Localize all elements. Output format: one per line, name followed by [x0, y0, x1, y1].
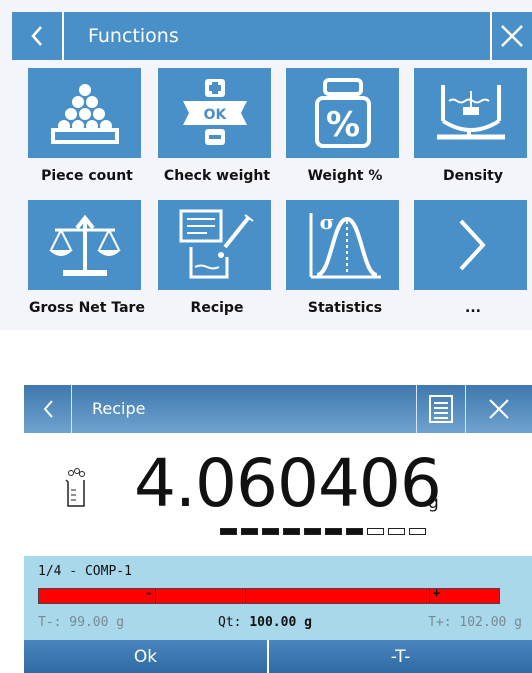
close-icon: [489, 399, 509, 419]
plus-marker: +: [433, 586, 441, 600]
component-info-panel: 1/4 - COMP-1 - + T-: 99.00 g Qt: 100.00 …: [24, 556, 532, 640]
tolerance-bar: - +: [38, 586, 500, 604]
back-button[interactable]: [24, 385, 72, 433]
chevron-left-icon: [43, 400, 53, 418]
function-label: Recipe: [190, 300, 244, 316]
quantity-target: Qt: 100.00 g: [218, 615, 312, 630]
check-weight-icon: OK: [182, 79, 247, 145]
function-label: Check weight: [163, 168, 271, 184]
svg-text:%: %: [325, 105, 359, 145]
progress-segment: [346, 528, 363, 535]
progress-segment: [283, 528, 300, 535]
back-button[interactable]: [12, 12, 64, 60]
progress-segment: [409, 528, 426, 535]
density-tile[interactable]: [414, 68, 527, 158]
tolerance-plus: T+: 102.00 g: [428, 615, 522, 630]
close-button[interactable]: [466, 385, 532, 433]
upper-tolerance-tick: [429, 589, 430, 603]
progress-segments: [220, 528, 430, 535]
close-icon: [501, 25, 523, 47]
weight-percent-icon: %: [314, 78, 371, 148]
function-gross-net-tare[interactable]: Gross Net Tare: [24, 200, 150, 316]
progress-segment: [304, 528, 321, 535]
qt-value: 100.00 g: [249, 615, 312, 630]
function-label: Density: [442, 168, 504, 184]
tare-button[interactable]: -T-: [269, 640, 532, 673]
function-recipe[interactable]: Recipe: [154, 200, 280, 316]
functions-header: Functions: [12, 12, 532, 60]
target-tick: [245, 589, 246, 603]
footer-bar: Ok -T-: [24, 640, 532, 673]
function-label: Weight %: [307, 168, 383, 184]
svg-text:σ: σ: [319, 210, 334, 234]
piece-count-icon: [50, 84, 119, 144]
function-weight-percent[interactable]: % Weight %: [282, 68, 408, 184]
list-icon: [429, 395, 453, 423]
close-button[interactable]: [490, 12, 532, 60]
svg-text:OK: OK: [203, 107, 227, 123]
statistics-icon: σ: [309, 210, 381, 279]
recipe-header: Recipe: [24, 385, 532, 433]
density-icon: [436, 85, 505, 140]
qt-label: Qt:: [218, 615, 242, 630]
statistics-tile[interactable]: σ: [286, 200, 399, 290]
function-piece-count[interactable]: Piece count: [24, 68, 150, 184]
page-title: Functions: [88, 25, 179, 47]
progress-segment: [262, 528, 279, 535]
component-label: 1/4 - COMP-1: [38, 564, 132, 579]
gross-net-tare-tile[interactable]: [28, 200, 141, 290]
more-tile[interactable]: [414, 200, 527, 290]
piece-count-tile[interactable]: [28, 68, 141, 158]
progress-segment: [367, 528, 384, 535]
function-label: Gross Net Tare: [29, 300, 145, 316]
chevron-left-icon: [31, 26, 42, 46]
check-weight-tile[interactable]: OK: [158, 68, 271, 158]
recipe-icon: [179, 209, 254, 279]
function-check-weight[interactable]: OK Check weight: [154, 68, 280, 184]
weight-percent-tile[interactable]: %: [286, 68, 399, 158]
ok-button[interactable]: Ok: [24, 640, 269, 673]
progress-segment: [325, 528, 342, 535]
recipe-tile[interactable]: [158, 200, 271, 290]
weight-unit: g: [428, 493, 439, 513]
gross-net-tare-icon: [48, 214, 121, 276]
tolerance-minus: T-: 99.00 g: [38, 615, 125, 630]
function-label: Statistics: [307, 300, 383, 316]
progress-segment: [220, 528, 237, 535]
lower-tolerance-tick: [155, 589, 156, 603]
weight-display: 4.060406 g: [24, 433, 532, 553]
function-more[interactable]: ...: [410, 200, 532, 316]
functions-panel: Functions Piece count OK Check weight % …: [0, 0, 532, 330]
minus-marker: -: [145, 586, 153, 600]
function-label: Piece count: [41, 168, 133, 184]
beaker-icon: [65, 468, 85, 507]
progress-segment: [388, 528, 405, 535]
function-statistics[interactable]: σ Statistics: [282, 200, 408, 316]
progress-segment: [241, 528, 258, 535]
weight-value: 4.060406: [134, 445, 442, 522]
function-label: ...: [465, 300, 481, 316]
function-density[interactable]: Density: [410, 68, 532, 184]
chevron-right-icon: [459, 219, 486, 271]
page-title: Recipe: [92, 399, 146, 418]
list-button[interactable]: [416, 385, 466, 433]
